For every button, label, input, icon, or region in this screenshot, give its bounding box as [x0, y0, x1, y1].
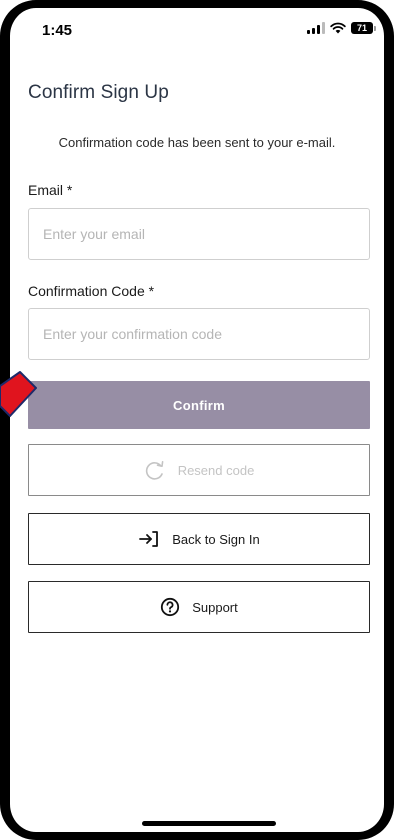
status-icons: 71 — [307, 22, 376, 34]
home-indicator — [142, 821, 276, 826]
confirm-button[interactable]: Confirm — [28, 381, 370, 429]
confirmation-code-input[interactable] — [28, 308, 370, 360]
signal-icon — [307, 22, 325, 34]
confirmation-info-text: Confirmation code has been sent to your … — [58, 135, 336, 150]
resend-code-button[interactable]: Resend code — [28, 444, 370, 496]
battery-level: 71 — [351, 22, 373, 34]
resend-code-label: Resend code — [177, 462, 255, 478]
email-input[interactable] — [28, 208, 370, 260]
back-to-sign-in-button[interactable]: Back to Sign In — [28, 513, 370, 565]
wifi-icon — [330, 22, 346, 34]
annotation-arrow-icon — [0, 371, 37, 417]
page-title: Confirm Sign Up — [28, 82, 169, 103]
sign-in-arrow-icon — [138, 530, 160, 548]
support-button[interactable]: Support — [28, 581, 370, 633]
status-time: 1:45 — [42, 22, 73, 39]
support-label: Support — [192, 599, 238, 615]
email-label: Email * — [28, 182, 73, 198]
status-bar: 1:45 71 — [0, 0, 394, 48]
refresh-icon — [144, 460, 166, 480]
confirmation-code-label: Confirmation Code * — [28, 283, 155, 299]
battery-icon: 71 — [351, 22, 376, 34]
back-to-sign-in-label: Back to Sign In — [172, 531, 260, 547]
help-circle-icon — [160, 597, 180, 617]
